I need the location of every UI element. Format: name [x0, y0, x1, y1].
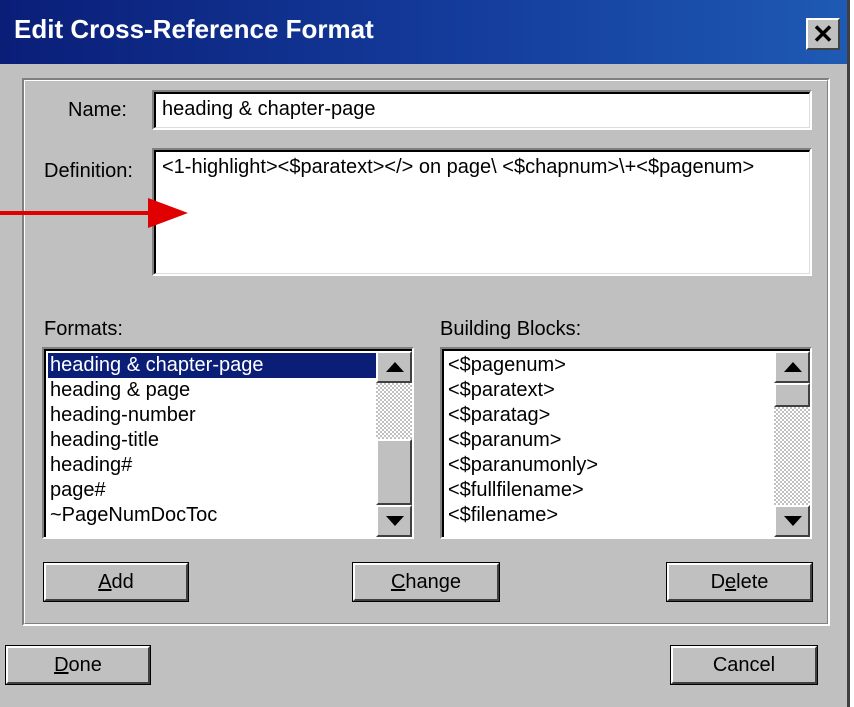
formats-list-item[interactable]: heading-title [48, 428, 378, 453]
building-blocks-scrollbar[interactable] [774, 351, 810, 537]
formats-list-item[interactable]: heading-number [48, 403, 378, 428]
add-button-label: dd [111, 571, 134, 593]
close-button[interactable]: ✕ [806, 18, 840, 50]
close-icon: ✕ [812, 19, 834, 49]
building-block-item[interactable]: <$pagenum> [446, 353, 776, 378]
add-button[interactable]: Add [43, 562, 189, 602]
building-block-item[interactable]: <$paratag> [446, 403, 776, 428]
formats-scroll-thumb[interactable] [376, 439, 412, 505]
arrow-down-icon [784, 516, 802, 526]
building-block-item[interactable]: <$fullfilename> [446, 478, 776, 503]
building-block-item[interactable]: <$paranumonly> [446, 453, 776, 478]
dialog-title: Edit Cross-Reference Format [14, 14, 374, 44]
add-button-mnemonic: A [98, 571, 112, 593]
delete-button-label: lete [736, 571, 769, 593]
cancel-button-label: Cancel [712, 654, 776, 676]
formats-scroll-up-button[interactable] [376, 351, 412, 383]
name-field[interactable]: heading & chapter-page [152, 90, 812, 130]
annotation-arrow-shaft [0, 211, 150, 215]
done-button-label: one [68, 654, 102, 676]
building-blocks-listbox[interactable]: <$pagenum> <$paratext> <$paratag> <$para… [440, 347, 812, 539]
name-label: Name: [68, 99, 127, 121]
arrow-up-icon [784, 362, 802, 372]
formats-list-item[interactable]: page# [48, 478, 378, 503]
formats-list-item-selected[interactable]: heading & chapter-page [48, 353, 378, 378]
change-button[interactable]: Change [352, 562, 500, 602]
title-bar[interactable]: Edit Cross-Reference Format ✕ [0, 0, 847, 64]
formats-list-items: heading & chapter-page heading & page he… [48, 353, 378, 528]
change-button-label: hange [405, 571, 462, 593]
formats-scrollbar[interactable] [376, 351, 412, 537]
building-block-item[interactable]: <$filename> [446, 503, 776, 528]
building-blocks-listbox-inner: <$pagenum> <$paratext> <$paratag> <$para… [442, 349, 810, 537]
delete-button[interactable]: Delete [666, 562, 813, 602]
building-blocks-scroll-down-button[interactable] [774, 505, 810, 537]
arrow-up-icon [386, 362, 404, 372]
formats-list-item[interactable]: ~PageNumDocToc [48, 503, 378, 528]
formats-list-item[interactable]: heading & page [48, 378, 378, 403]
arrow-down-icon [386, 516, 404, 526]
cancel-button[interactable]: Cancel [670, 645, 818, 685]
building-blocks-label: Building Blocks: [440, 318, 582, 340]
building-block-item[interactable]: <$paranum> [446, 428, 776, 453]
name-field-value[interactable]: heading & chapter-page [154, 92, 810, 128]
formats-listbox-inner: heading & chapter-page heading & page he… [44, 349, 412, 537]
building-blocks-scroll-up-button[interactable] [774, 351, 810, 383]
done-button-mnemonic: D [54, 654, 69, 676]
formats-list-item[interactable]: heading# [48, 453, 378, 478]
edit-cross-reference-dialog: Edit Cross-Reference Format ✕ Name: head… [0, 0, 850, 707]
formats-listbox[interactable]: heading & chapter-page heading & page he… [42, 347, 414, 539]
definition-field[interactable]: <1-highlight><$paratext></> on page\ <$c… [152, 148, 812, 276]
building-blocks-scroll-thumb[interactable] [774, 383, 810, 407]
definition-label: Definition: [44, 160, 133, 182]
annotation-arrow-icon [148, 198, 188, 228]
building-blocks-list-items: <$pagenum> <$paratext> <$paratag> <$para… [446, 353, 776, 528]
formats-scroll-down-button[interactable] [376, 505, 412, 537]
change-button-mnemonic: C [390, 571, 406, 593]
building-block-item[interactable]: <$paratext> [446, 378, 776, 403]
delete-button-prefix: D [710, 571, 726, 593]
delete-button-mnemonic: e [725, 571, 737, 593]
formats-label: Formats: [44, 318, 123, 340]
done-button[interactable]: Done [5, 645, 151, 685]
definition-field-value[interactable]: <1-highlight><$paratext></> on page\ <$c… [154, 150, 810, 274]
